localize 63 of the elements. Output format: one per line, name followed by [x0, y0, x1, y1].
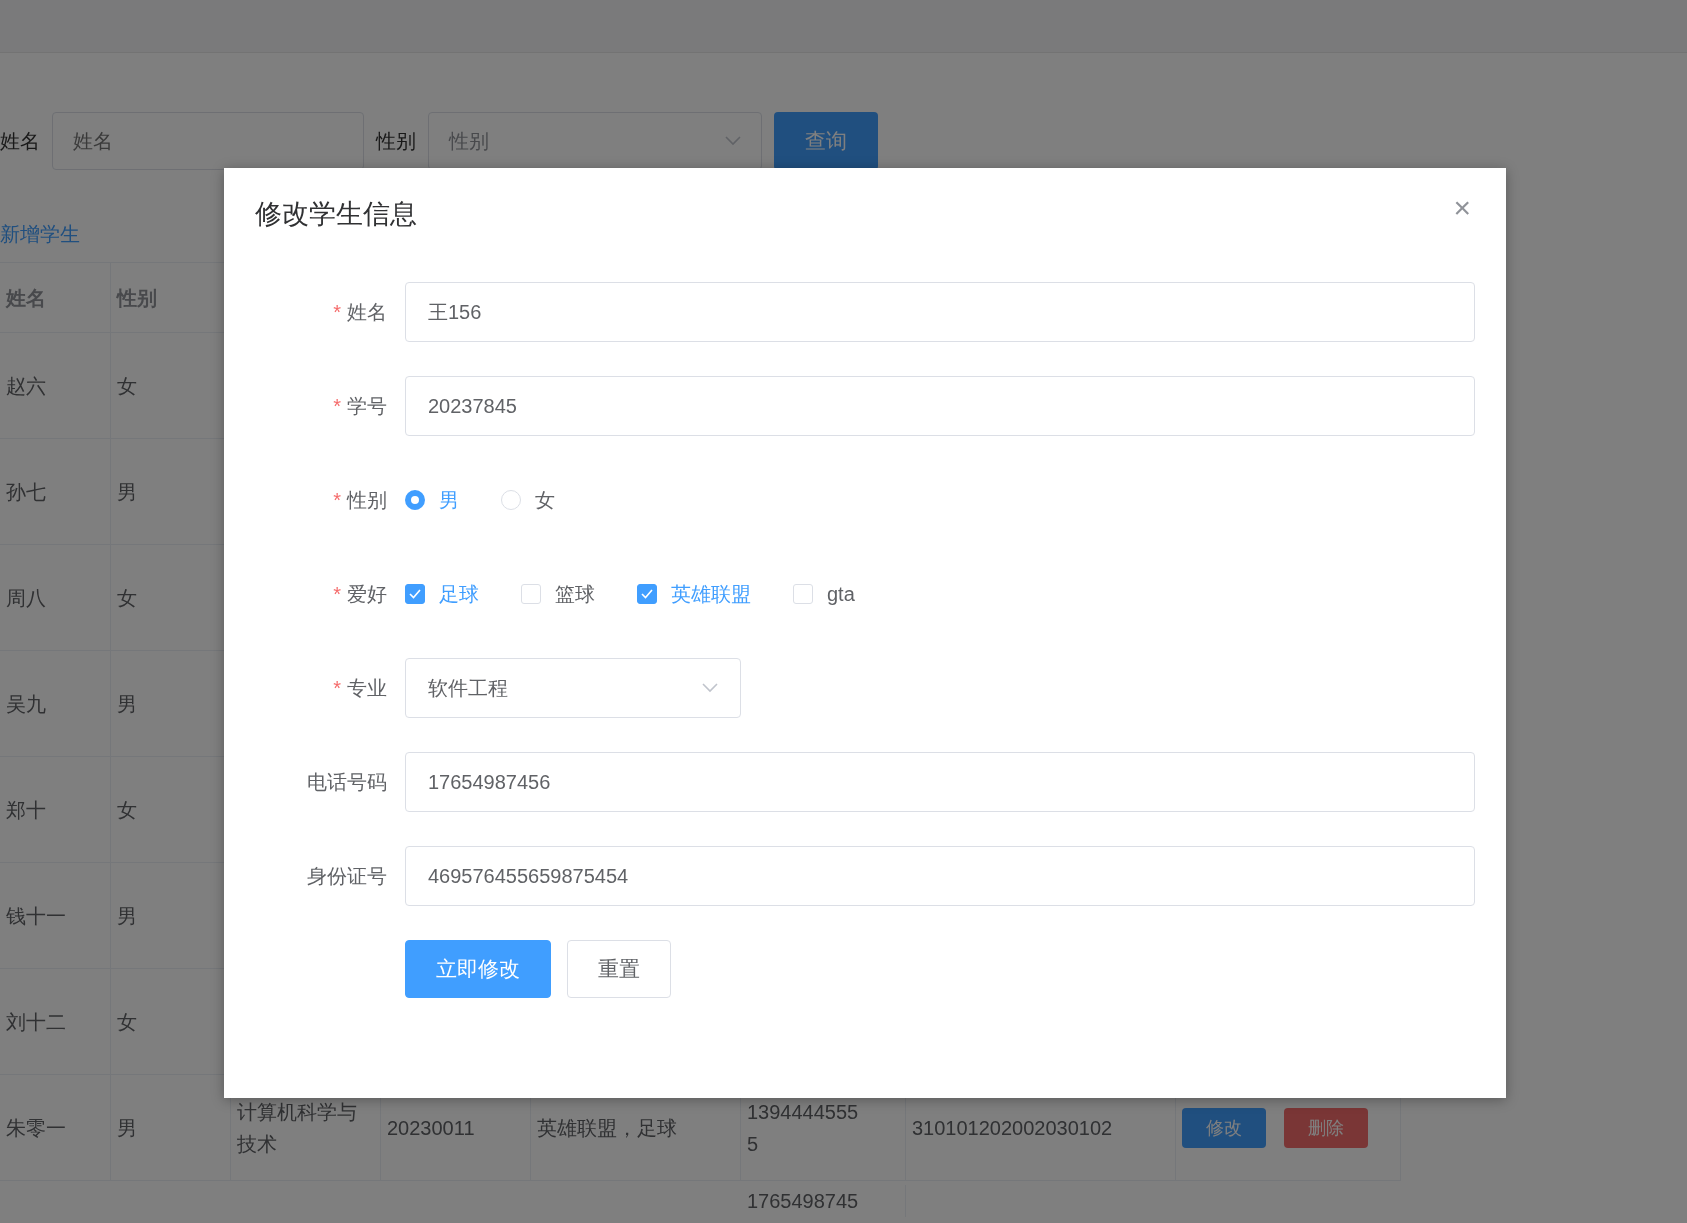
field-label: * 学号 — [332, 393, 388, 419]
table-cell-text: 1765498745 — [747, 1189, 859, 1214]
table-cell-text: 男 — [117, 479, 137, 505]
table-cell-text: 计算机科学与技术 — [237, 1099, 358, 1157]
table-cell-text: 男 — [117, 691, 137, 717]
table-cell-text: 13944445555 — [747, 1099, 860, 1157]
required-asterisk: * — [333, 300, 341, 323]
table-cell-text: 女 — [117, 797, 137, 823]
table-cell-text: 女 — [117, 1009, 137, 1035]
text-input[interactable]: 20237845 — [405, 376, 1475, 436]
checkmark-icon — [641, 589, 653, 599]
table-cell-text: 310101202002030102 — [912, 1115, 1113, 1141]
field-label: 性别 — [376, 128, 416, 154]
required-asterisk: * — [333, 488, 341, 511]
field-label: * 专业 — [332, 675, 388, 701]
table-cell-text: 女 — [117, 585, 137, 611]
text-input[interactable]: 王156 — [405, 282, 1475, 342]
radio-option[interactable]: 女 — [501, 486, 555, 514]
table-cell-text: 孙七 — [6, 479, 46, 505]
field-label: 身份证号 — [306, 863, 388, 889]
radio-button[interactable] — [405, 490, 425, 510]
field-label: * 爱好 — [332, 581, 388, 607]
field-label: 姓名 — [0, 128, 40, 154]
table-cell-text: 刘十二 — [6, 1009, 66, 1035]
major-select[interactable]: 软件工程 — [405, 658, 741, 718]
close-button[interactable]: × — [1449, 196, 1475, 220]
table-cell-text: 赵六 — [6, 373, 46, 399]
field-label: * 姓名 — [332, 299, 388, 325]
checkbox-option[interactable]: 英雄联盟 — [637, 580, 751, 608]
table-cell-text: 男 — [117, 903, 137, 929]
field-label: * 性别 — [332, 487, 388, 513]
table-cell-text: 女 — [117, 373, 137, 399]
checkbox[interactable] — [405, 584, 425, 604]
dialog-title: 修改学生信息 — [255, 198, 417, 231]
name-search-field[interactable]: 姓名 — [52, 112, 364, 170]
chevron-down-icon — [702, 683, 718, 693]
table-cell-text: 朱零一 — [6, 1115, 66, 1141]
table-cell-text: 郑十 — [6, 797, 46, 823]
text-input[interactable]: 469576455659875454 — [405, 846, 1475, 906]
query-button[interactable]: 查询 — [774, 112, 878, 170]
checkbox-option[interactable]: 足球 — [405, 580, 479, 608]
reset-button[interactable]: 重置 — [567, 940, 671, 998]
table-cell-text: 20230011 — [387, 1115, 475, 1141]
table-cell-text: 男 — [117, 1115, 137, 1141]
chevron-down-icon — [725, 136, 741, 146]
add-student-link[interactable]: 新增学生 — [0, 221, 80, 248]
field-label: 电话号码 — [306, 769, 388, 795]
required-asterisk: * — [333, 676, 341, 699]
checkmark-icon — [409, 589, 421, 599]
table-cell-text: 吴九 — [6, 691, 46, 717]
radio-option[interactable]: 男 — [405, 486, 459, 514]
required-asterisk: * — [333, 582, 341, 605]
checkbox-option[interactable]: 篮球 — [521, 580, 595, 608]
table-cell-text: 英雄联盟，足球 — [537, 1115, 677, 1141]
required-asterisk: * — [333, 394, 341, 417]
table-cell-text: 周八 — [6, 585, 46, 611]
delete-button[interactable]: 删除 — [1284, 1107, 1368, 1148]
text-input[interactable]: 17654987456 — [405, 752, 1475, 812]
checkbox-option[interactable]: gta — [793, 582, 855, 606]
checkbox[interactable] — [637, 584, 657, 604]
table-cell-text: 钱十一 — [6, 903, 66, 929]
submit-button[interactable]: 立即修改 — [405, 940, 551, 998]
edit-button[interactable]: 修改 — [1182, 1107, 1266, 1148]
